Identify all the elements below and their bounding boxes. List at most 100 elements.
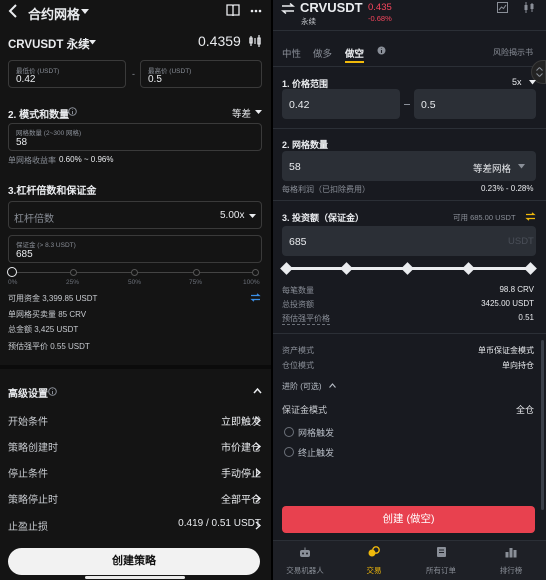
pair-symbol[interactable]: CRVUSDT	[300, 0, 363, 15]
grid-profit-value: 0.23% - 0.28%	[481, 184, 534, 193]
tab-trading-bots[interactable]: 交易机器人	[278, 565, 332, 576]
slider-stop-75[interactable]	[193, 269, 200, 276]
leverage-value[interactable]: 5x	[512, 77, 522, 87]
high-price-value[interactable]: 0.5	[148, 74, 162, 85]
left-panel: 合约网格 CRVUSDT 永续 0.4359 最低价 (USDT) 0.42 -…	[0, 0, 271, 580]
range-separator	[404, 104, 410, 105]
title-dropdown-button[interactable]	[80, 4, 90, 18]
slider-stop-100[interactable]	[252, 269, 259, 276]
slider-stop-50[interactable]	[401, 262, 414, 275]
advanced-info-button[interactable]	[48, 387, 57, 396]
margin-mode-label: 保证金模式	[282, 405, 328, 415]
advanced-row-start[interactable]: 开始条件 立即触发	[0, 413, 271, 429]
tab-leaderboard[interactable]: 排行榜	[484, 565, 538, 576]
info-icon	[48, 387, 57, 396]
margin-field[interactable]: 保证金 (> 8.3 USDT) 685	[8, 235, 262, 263]
chevron-right-icon	[255, 494, 261, 503]
more-button[interactable]	[250, 4, 262, 17]
slider-stop-100[interactable]	[524, 262, 537, 275]
investment-unit: USDT	[508, 236, 534, 247]
leverage-select[interactable]: 杠杆倍数 5.00x	[8, 201, 262, 229]
tab-long[interactable]: 做多	[313, 46, 332, 60]
header-divider	[273, 30, 546, 31]
total-amount: 总金额 3,425 USDT	[8, 325, 79, 334]
margin-slider-track[interactable]	[12, 269, 259, 276]
risk-disclosure-link[interactable]: 风险揭示书	[493, 47, 533, 58]
high-price-value[interactable]: 0.5	[421, 99, 436, 111]
back-button[interactable]	[8, 4, 18, 18]
slider-mark-100: 100%	[243, 279, 260, 286]
candlestick-icon	[249, 35, 261, 47]
low-price-value[interactable]: 0.42	[289, 99, 309, 111]
slider-mark-50: 50%	[128, 279, 142, 286]
pair-symbol[interactable]: CRVUSDT 永续	[8, 36, 90, 52]
tab-neutral[interactable]: 中性	[282, 46, 301, 60]
est-liq-price: 预估强平价 0.55 USDT	[8, 342, 90, 351]
slider-stop-75[interactable]	[462, 262, 475, 275]
grid-mode-value[interactable]: 等差网格	[473, 161, 511, 175]
mode-dropdown-button[interactable]	[255, 109, 262, 115]
slider-stop-50[interactable]	[131, 269, 138, 276]
advanced-row-on-stop[interactable]: 策略停止时 全部平仓	[0, 491, 271, 507]
tab-info-button[interactable]	[377, 46, 386, 55]
tab-short[interactable]: 做空	[345, 46, 364, 60]
high-price-input[interactable]: 0.5	[414, 89, 536, 119]
transfer-button[interactable]	[250, 293, 261, 302]
chevron-up-icon	[253, 387, 262, 394]
margin-mode-value[interactable]: 全仓	[516, 403, 534, 416]
chart-button[interactable]	[248, 34, 262, 48]
scrollbar[interactable]	[541, 340, 544, 510]
candles-button[interactable]	[523, 1, 535, 14]
tab-active-indicator	[345, 61, 364, 63]
advanced-row-tp-sl[interactable]: 止盈止损 0.419 / 0.51 USDT	[0, 518, 271, 534]
page-title: 合约网格	[28, 7, 81, 22]
transfer-button[interactable]	[525, 212, 536, 221]
section-divider	[273, 200, 546, 201]
create-strategy-button[interactable]: 创建策略	[8, 548, 260, 575]
leverage-dropdown-icon	[249, 213, 256, 219]
investment-value[interactable]: 685	[289, 236, 307, 248]
advanced-collapse-button[interactable]	[253, 387, 262, 394]
stop-trigger-radio[interactable]	[284, 447, 294, 457]
low-price-value[interactable]: 0.42	[16, 74, 35, 85]
tab-all-orders[interactable]: 所有订单	[414, 565, 468, 576]
mode-value[interactable]: 等差	[232, 106, 251, 120]
grid-count-value[interactable]: 58	[289, 161, 301, 173]
guide-button[interactable]	[226, 4, 240, 17]
create-short-button[interactable]: 创建 (做空)	[282, 506, 535, 533]
mode-info-button[interactable]	[68, 107, 77, 116]
pair-dropdown-button[interactable]	[88, 36, 97, 48]
position-mode-value[interactable]: 单向持仓	[502, 360, 534, 371]
chevron-right-icon	[255, 416, 261, 425]
investment-input[interactable]: 685 USDT	[282, 226, 536, 256]
asset-mode-value[interactable]: 单币保证金模式	[478, 345, 534, 356]
advanced-row-on-create[interactable]: 策略创建时 市价建仓	[0, 439, 271, 455]
stat-label[interactable]: 预估强平价格	[282, 313, 330, 325]
grid-count-field[interactable]: 网格数量 (2~300 网格) 58	[8, 123, 262, 151]
high-price-field[interactable]: 最高价 (USDT) 0.5	[140, 60, 262, 88]
grid-count-input[interactable]: 58 等差网格	[282, 151, 536, 181]
chevron-up-icon	[329, 383, 336, 388]
chart-button[interactable]	[497, 2, 508, 13]
advanced-row-stop[interactable]: 停止条件 手动停止	[0, 465, 271, 481]
advanced-title: 高级设置	[8, 389, 48, 400]
grid-trigger-radio[interactable]	[284, 427, 294, 437]
slider-stop-0[interactable]	[280, 262, 293, 275]
advanced-chevron-button[interactable]	[329, 383, 336, 388]
tab-trade[interactable]: 交易	[347, 565, 401, 576]
leverage-dropdown-button[interactable]	[529, 80, 536, 85]
advanced-toggle[interactable]: 进阶 (可选)	[282, 381, 322, 392]
grid-count-value[interactable]: 58	[16, 137, 27, 148]
switch-pair-button[interactable]	[281, 3, 295, 14]
robot-icon	[299, 547, 311, 558]
low-price-field[interactable]: 最低价 (USDT) 0.42	[8, 60, 126, 88]
chevron-right-icon	[255, 521, 261, 530]
margin-slider-handle[interactable]	[7, 267, 17, 277]
grid-profit-label: 每格利润（已扣除费用）	[282, 185, 370, 194]
low-price-input[interactable]: 0.42	[282, 89, 400, 119]
swap-icon	[281, 3, 295, 14]
slider-stop-25[interactable]	[340, 262, 353, 275]
slider-stop-25[interactable]	[70, 269, 77, 276]
info-icon	[377, 46, 386, 55]
margin-value[interactable]: 685	[16, 249, 33, 260]
